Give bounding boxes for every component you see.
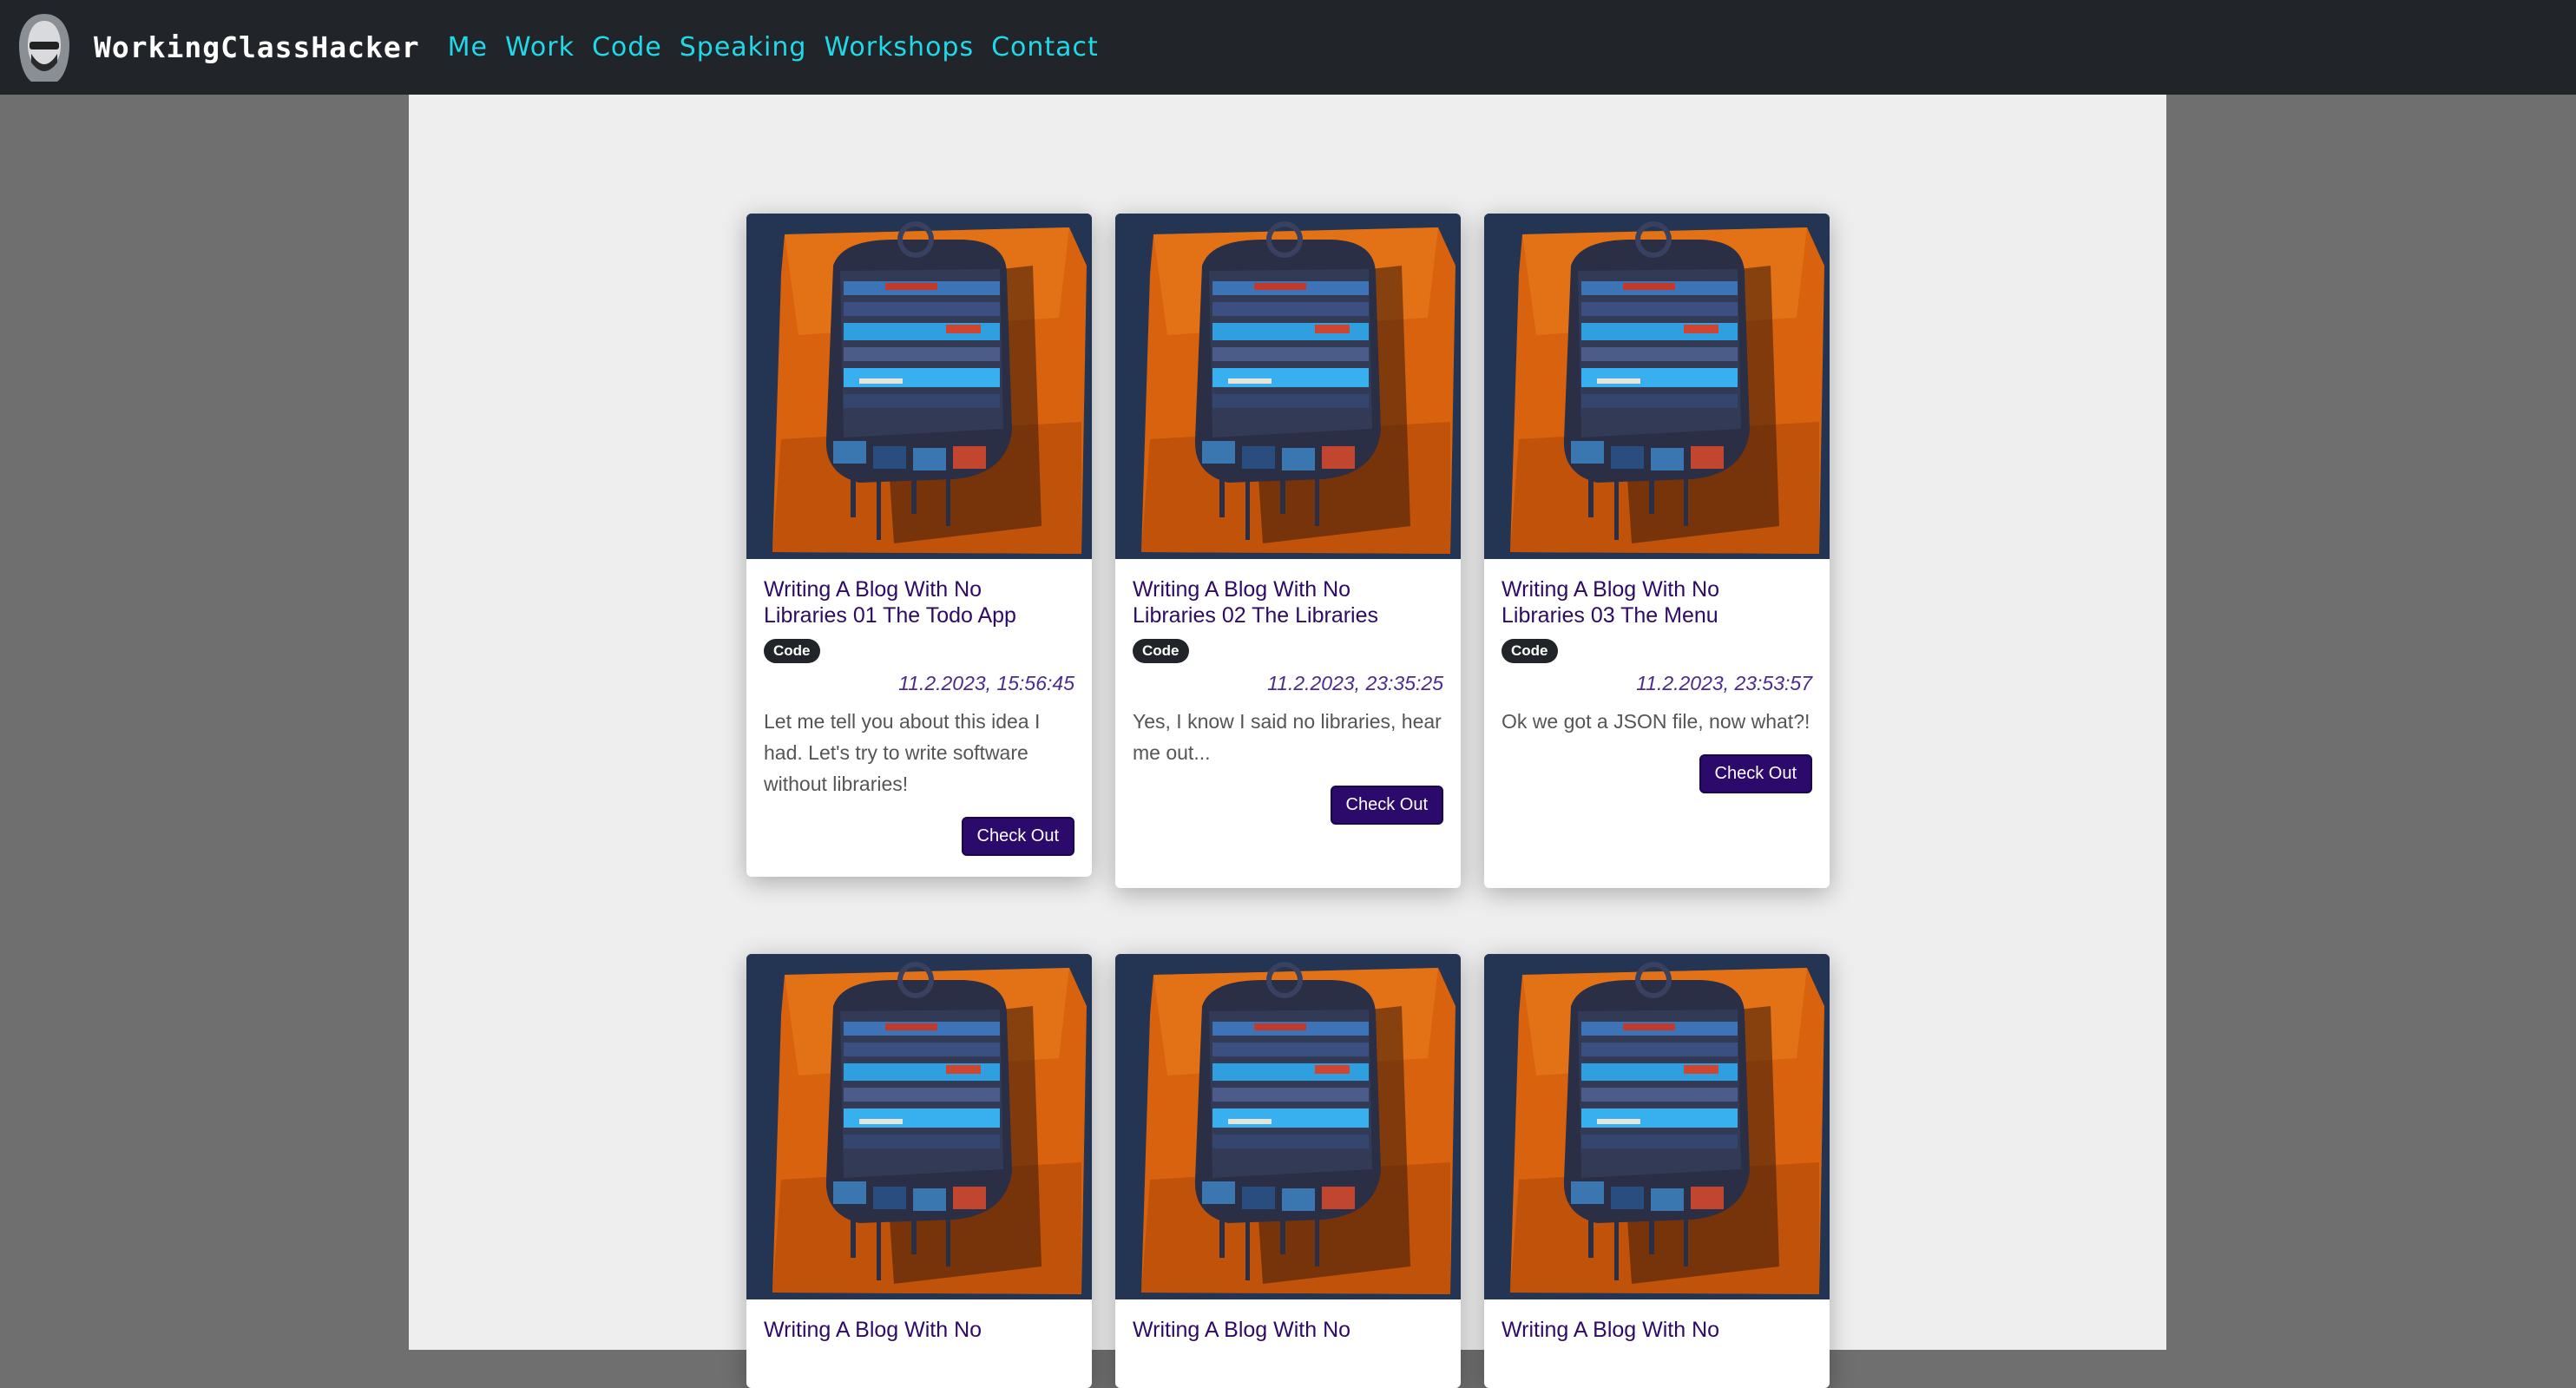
tag-badge[interactable]: Code bbox=[1133, 639, 1189, 663]
post-title[interactable]: Writing A Blog With No bbox=[1502, 1317, 1812, 1343]
post-excerpt: Yes, I know I said no libraries, hear me… bbox=[1133, 710, 1442, 764]
post-title-line: Libraries 01 The Todo App bbox=[764, 603, 1016, 628]
top-navbar: WorkingClassHacker Me Work Code Speaking… bbox=[0, 0, 2576, 95]
post-card: Writing A Blog With No bbox=[1484, 954, 1830, 1388]
check-out-button[interactable]: Check Out bbox=[1330, 786, 1443, 825]
post-title-line: Libraries 03 The Menu bbox=[1502, 603, 1718, 628]
nav-link-code[interactable]: Code bbox=[592, 32, 662, 62]
site-brand[interactable]: WorkingClassHacker bbox=[94, 30, 420, 64]
check-out-button[interactable]: Check Out bbox=[1699, 754, 1812, 793]
post-date: 11.2.2023, 23:53:57 bbox=[1636, 672, 1812, 694]
nav-link-work[interactable]: Work bbox=[505, 32, 575, 62]
post-title-line: Writing A Blog With No bbox=[1133, 577, 1351, 602]
nav-link-me[interactable]: Me bbox=[448, 32, 488, 62]
tag-badge[interactable]: Code bbox=[764, 639, 820, 663]
post-excerpt: Ok we got a JSON file, now what?! bbox=[1502, 710, 1810, 733]
post-title-line: Libraries 02 The Libraries bbox=[1133, 603, 1379, 628]
card-body: Writing A Blog With No bbox=[746, 1299, 1092, 1374]
card-body: Writing A Blog With No Libraries 03 The M… bbox=[1484, 559, 1830, 814]
post-date: 11.2.2023, 23:35:25 bbox=[1267, 672, 1443, 694]
post-title-line: Writing A Blog With No bbox=[764, 577, 982, 602]
tag-badge[interactable]: Code bbox=[1502, 639, 1558, 663]
post-title[interactable]: Writing A Blog With No Libraries 03 The M… bbox=[1502, 576, 1812, 628]
card-body: Writing A Blog With No Libraries 02 The L… bbox=[1115, 559, 1461, 845]
post-card: Writing A Blog With No Libraries 03 The M… bbox=[1484, 214, 1830, 888]
post-title[interactable]: Writing A Blog With No bbox=[1133, 1317, 1443, 1343]
post-card: Writing A Blog With No bbox=[746, 954, 1092, 1388]
nav-link-speaking[interactable]: Speaking bbox=[680, 32, 807, 62]
post-image[interactable] bbox=[1115, 214, 1461, 559]
post-image[interactable] bbox=[1484, 214, 1830, 559]
post-card: Writing A Blog With No bbox=[1115, 954, 1461, 1388]
post-image[interactable] bbox=[1484, 954, 1830, 1299]
check-out-button[interactable]: Check Out bbox=[961, 817, 1074, 856]
card-body: Writing A Blog With No Libraries 01 The T… bbox=[746, 559, 1092, 877]
post-image[interactable] bbox=[746, 214, 1092, 559]
main-nav: Me Work Code Speaking Workshops Contact bbox=[448, 32, 1099, 62]
post-title[interactable]: Writing A Blog With No Libraries 02 The L… bbox=[1133, 576, 1443, 628]
post-excerpt: Let me tell you about this idea I had. L… bbox=[764, 710, 1041, 795]
post-title[interactable]: Writing A Blog With No Libraries 01 The T… bbox=[764, 576, 1074, 628]
main-content: Writing A Blog With No Libraries 01 The T… bbox=[409, 95, 2166, 1388]
nav-link-contact[interactable]: Contact bbox=[991, 32, 1099, 62]
card-body: Writing A Blog With No bbox=[1115, 1299, 1461, 1374]
post-card: Writing A Blog With No Libraries 02 The L… bbox=[1115, 214, 1461, 888]
hooded-hacker-logo-icon[interactable] bbox=[12, 11, 76, 84]
post-title-line: Writing A Blog With No bbox=[1502, 577, 1720, 602]
post-title[interactable]: Writing A Blog With No bbox=[764, 1317, 1074, 1343]
post-card: Writing A Blog With No Libraries 01 The T… bbox=[746, 214, 1092, 877]
card-body: Writing A Blog With No bbox=[1484, 1299, 1830, 1374]
post-image[interactable] bbox=[1115, 954, 1461, 1299]
nav-link-workshops[interactable]: Workshops bbox=[824, 32, 974, 62]
post-image[interactable] bbox=[746, 954, 1092, 1299]
post-date: 11.2.2023, 15:56:45 bbox=[898, 672, 1074, 694]
